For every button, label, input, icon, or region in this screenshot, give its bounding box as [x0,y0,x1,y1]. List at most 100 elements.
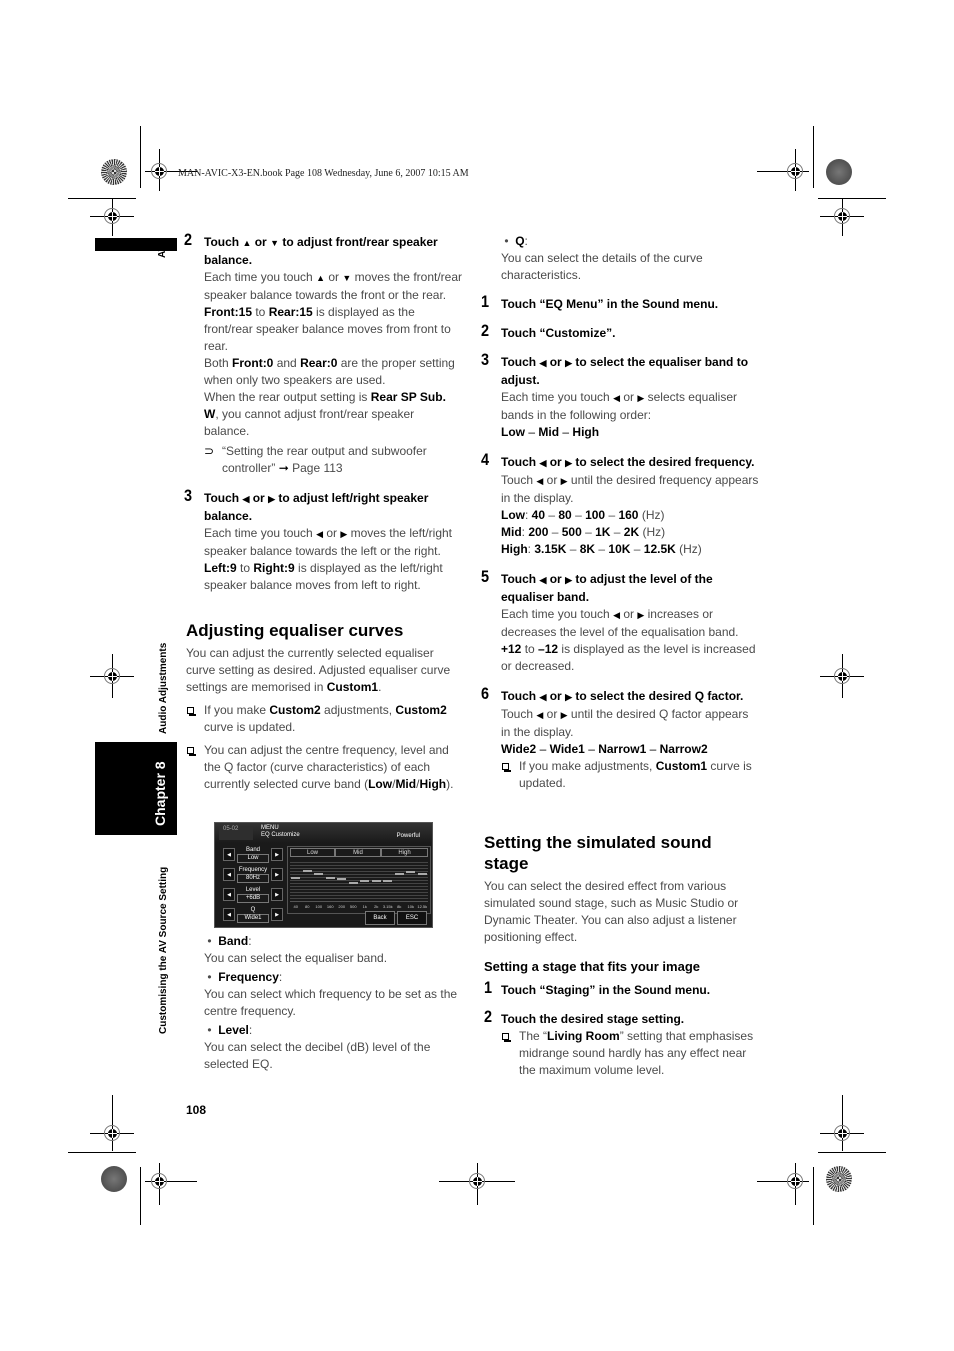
step-select-frequency: 4 Touch ◀ or ▶ to select the desired fre… [481,451,761,558]
step-staging: 1 Touch “Staging” in the Sound menu. [484,978,711,997]
eq-frequency-label: 8k [397,904,402,909]
paragraph: You can adjust the currently selected eq… [186,646,451,694]
esc-button[interactable]: ESC [397,911,427,925]
step-select-band: 3 Touch ◀ or ▶ to select the equaliser b… [481,351,761,441]
up-arrow-icon: ▲ [242,238,252,248]
paragraph: Each time you touch ▲ or ▼ moves the fro… [204,270,463,302]
right-column: • Q: You can select the details of the c… [481,233,761,792]
eq-level-marker[interactable] [406,871,416,874]
right-arrow-icon: ▶ [560,476,568,486]
eq-band-header-high: High [381,848,428,857]
eq-band-prev-button[interactable]: ◀ [223,848,235,861]
eq-section: Adjusting equaliser curves You can adjus… [186,620,462,793]
note: If you make Custom2 adjustments, Custom2… [186,702,462,736]
eq-frequency-label: 100 [315,904,323,909]
step-front-rear: 2 Touch ▲ or ▼ to adjust front/rear spea… [184,231,463,477]
back-button[interactable]: Back [365,911,395,925]
step-number: 3 [184,486,193,505]
eq-level-prev-button[interactable]: ◀ [223,888,235,901]
note-icon [187,747,196,756]
step-adjust-level: 5 Touch ◀ or ▶ to adjust the level of th… [481,567,756,673]
print-header: MAN-AVIC-X3-EN.book Page 108 Wednesday, … [178,168,469,179]
note-icon [187,707,196,716]
left-arrow-icon: ◀ [539,692,547,702]
left-arrow-icon: ◀ [539,458,547,468]
eq-band-header-low: Low [290,848,335,857]
step-number: 1 [481,292,490,311]
arrow-icon: ➞ [278,461,289,475]
paragraph: Both Front:0 and Rear:0 are the proper s… [204,356,455,387]
note-icon [502,763,511,772]
eq-level-marker[interactable] [314,873,324,875]
paragraph: Front:15 to Rear:15 is displayed as the … [204,305,451,353]
step-number: 3 [481,350,490,369]
eq-grid [290,860,428,902]
eq-level-marker[interactable] [417,873,427,875]
eq-level-marker[interactable] [383,880,393,882]
eq-q-next-button[interactable]: ▶ [271,908,283,921]
eq-level-marker[interactable] [325,876,335,879]
left-arrow-icon: ◀ [613,393,620,403]
eq-frequency-labels: 40 80 100 160 200 500 1k 2k 3.15k 8k 10k 12.5k [290,901,428,911]
color-patch-bottom-right [826,1166,852,1192]
step-number: 2 [184,230,193,249]
eq-level-marker[interactable] [360,880,370,882]
eq-frequency-label: 160 [326,904,334,909]
eq-q-prev-button[interactable]: ◀ [223,908,235,921]
eq-frequency-label: 2k [374,904,379,909]
eq-level-marker[interactable] [348,881,358,884]
trim-line [818,198,886,199]
chapter-title-bottom: Customising the AV Source Setting [158,866,169,1034]
eq-frequency-label: 12.5k [417,904,428,909]
eq-frequency-control: ◀ Frequency 80Hz ▶ [223,867,283,883]
eq-band-next-button[interactable]: ▶ [271,848,283,861]
right-arrow-icon: ▶ [565,358,572,368]
left-column: 2 Touch ▲ or ▼ to adjust front/rear spea… [184,231,463,594]
paragraph: Each time you touch ◀ or ▶ moves the lef… [204,526,453,558]
eq-band-header-mid: Mid [335,848,381,857]
page-number: 108 [186,1103,207,1117]
eq-graph: Low Mid High 40 80 100 160 200 500 1k 2k 3.15k 8k… [287,846,431,914]
note: If you make adjustments, Custom1 curve i… [501,758,761,792]
step-number: 2 [484,1007,493,1026]
eq-level-marker[interactable] [291,876,301,879]
paragraph: Left:9 to Right:9 is displayed as the le… [204,561,443,592]
right-arrow-icon: ▶ [340,529,348,539]
right-arrow-icon: ▶ [637,610,645,620]
note: You can adjust the centre frequency, lev… [186,742,462,793]
bullet-level: • Level: You can select the decibel (dB)… [204,1023,431,1071]
trim-line [813,1167,814,1225]
eq-frequency-prev-button[interactable]: ◀ [223,868,235,881]
eq-level-marker[interactable] [371,880,381,882]
subsection-heading: Setting a stage that fits your image [484,959,700,974]
right-arrow-icon: ▶ [565,692,572,702]
right-arrow-icon: ▶ [637,393,645,403]
frequency-row: Mid: 200 – 500 – 1K – 2K (Hz) [501,525,666,539]
note: The “Living Room” setting that emphasise… [501,1028,762,1079]
section-heading: Adjusting equaliser curves [186,621,404,640]
step-stage-setting: 2 Touch the desired stage setting. The “… [484,1007,762,1079]
left-arrow-icon: ◀ [316,529,323,539]
eq-frequency-label: 40 [293,904,298,909]
eq-level-next-button[interactable]: ▶ [271,888,283,901]
left-arrow-icon: ◀ [536,710,544,720]
q-order: Wide2 – Wide1 – Narrow1 – Narrow2 [501,742,708,756]
eq-level-marker[interactable] [337,878,347,881]
cross-reference-icon: ⊃ [204,444,215,458]
trim-line [813,126,814,188]
left-arrow-icon: ◀ [539,358,547,368]
right-arrow-icon: ▶ [565,575,572,585]
chapter-title-top: Audio Adjustments [158,642,169,734]
step-title: Touch ◀ or ▶ to adjust left/right speake… [204,491,429,523]
eq-menu-title: MENU EQ Customize [261,825,300,838]
left-arrow-icon: ◀ [536,476,544,486]
stage-section: Setting the simulated sound stage You ca… [484,832,762,1079]
step-eq-menu: 1 Touch “EQ Menu” in the Sound menu. [481,292,719,311]
cross-reference-link[interactable]: ⊃ “Setting the rear output and subwoofer… [204,443,462,477]
eq-level-marker[interactable] [302,869,312,872]
eq-level-marker[interactable] [394,873,404,875]
eq-band-control: ◀ Band Low ▶ [223,847,283,863]
up-arrow-icon: ▲ [316,273,325,283]
left-arrow-icon: ◀ [613,610,620,620]
eq-frequency-next-button[interactable]: ▶ [271,868,283,881]
